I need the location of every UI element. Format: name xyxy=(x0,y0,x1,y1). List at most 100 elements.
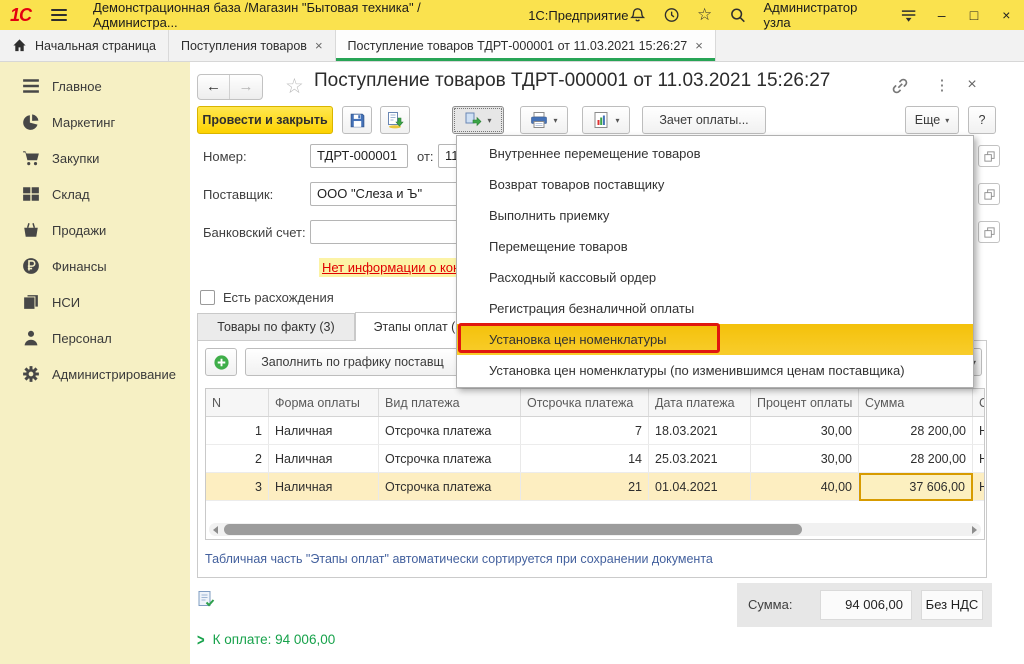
cell[interactable]: Наличная xyxy=(269,473,379,500)
post-document-button[interactable] xyxy=(380,106,410,134)
col-header[interactable]: Форма оплаты xyxy=(269,389,379,416)
cell[interactable]: 7 xyxy=(521,417,649,444)
cell[interactable]: 2 xyxy=(206,445,269,472)
main-menu-icon[interactable] xyxy=(51,6,67,24)
cell[interactable]: Отсрочка платежа xyxy=(379,473,521,500)
document-check-icon[interactable] xyxy=(197,590,215,608)
col-header[interactable]: Дата платежа xyxy=(649,389,751,416)
sidebar-item-marketing[interactable]: Маркетинг xyxy=(0,106,190,138)
table-row[interactable]: 2 Наличная Отсрочка платежа 14 25.03.202… xyxy=(206,445,984,473)
table-row[interactable]: 1 Наличная Отсрочка платежа 7 18.03.2021… xyxy=(206,417,984,445)
cell[interactable]: Наличная xyxy=(269,417,379,444)
open-bank-account-button[interactable] xyxy=(978,221,1000,243)
sidebar-item-main[interactable]: Главное xyxy=(0,70,190,102)
tab-home[interactable]: Начальная страница xyxy=(0,30,169,61)
create-based-on-button[interactable]: ▾ xyxy=(452,106,504,134)
cell[interactable]: 3 xyxy=(206,473,269,500)
menu-item-perform-acceptance[interactable]: Выполнить приемку xyxy=(457,200,973,231)
forward-button[interactable]: → xyxy=(230,75,262,99)
menu-item-internal-transfer[interactable]: Внутреннее перемещение товаров xyxy=(457,138,973,169)
close-form-icon[interactable]: × xyxy=(962,76,982,96)
help-button[interactable]: ? xyxy=(968,106,996,134)
cell[interactable]: Наличная xyxy=(269,445,379,472)
number-field[interactable]: ТДРТ-000001 xyxy=(310,144,408,168)
scroll-left-icon[interactable] xyxy=(213,526,218,534)
tab-goods-receipt-document[interactable]: Поступление товаров ТДРТ-000001 от 11.03… xyxy=(336,30,716,61)
payment-offset-button[interactable]: Зачет оплаты... xyxy=(642,106,766,134)
sidebar-item-warehouse[interactable]: Склад xyxy=(0,178,190,210)
col-header[interactable]: С xyxy=(973,389,985,416)
sidebar-item-purchases[interactable]: Закупки xyxy=(0,142,190,174)
reports-button[interactable]: ▾ xyxy=(582,106,630,134)
col-header[interactable]: Сумма xyxy=(859,389,973,416)
cell[interactable]: 1 xyxy=(206,417,269,444)
cell[interactable]: 18.03.2021 xyxy=(649,417,751,444)
favorites-star-icon[interactable]: ☆ xyxy=(697,6,712,24)
cell[interactable]: 40,00 xyxy=(751,473,859,500)
sidebar-item-nsi[interactable]: НСИ xyxy=(0,286,190,318)
cell[interactable]: 28 200,00 xyxy=(859,445,973,472)
cell[interactable]: 25.03.2021 xyxy=(649,445,751,472)
close-tab-icon[interactable]: × xyxy=(315,38,323,53)
col-header[interactable]: Процент оплаты xyxy=(751,389,859,416)
no-contact-info-link[interactable]: Нет информации о кон xyxy=(319,258,463,277)
minimize-button[interactable]: – xyxy=(934,7,949,23)
search-icon[interactable] xyxy=(729,6,746,24)
cell[interactable]: Не xyxy=(973,473,985,500)
back-button[interactable]: ← xyxy=(198,75,230,99)
menu-item-cash-expense-order[interactable]: Расходный кассовый ордер xyxy=(457,262,973,293)
sidebar-item-personnel[interactable]: Персонал xyxy=(0,322,190,354)
menu-item-return-to-supplier[interactable]: Возврат товаров поставщику xyxy=(457,169,973,200)
payment-stages-table[interactable]: N Форма оплаты Вид платежа Отсрочка плат… xyxy=(205,388,985,540)
close-window-button[interactable]: × xyxy=(999,7,1014,23)
sidebar-item-sales[interactable]: Продажи xyxy=(0,214,190,246)
col-header[interactable]: N xyxy=(206,389,269,416)
dropdown-arrow-icon: ▾ xyxy=(553,116,557,125)
service-settings-icon[interactable] xyxy=(900,6,917,24)
active-cell[interactable]: 37 606,00 xyxy=(859,473,973,501)
current-user[interactable]: Администратор узла xyxy=(764,0,883,30)
favorite-star-icon[interactable]: ☆ xyxy=(285,74,304,99)
menu-item-goods-transfer[interactable]: Перемещение товаров xyxy=(457,231,973,262)
cell[interactable]: Не xyxy=(973,417,985,444)
sidebar-item-administration[interactable]: Администрирование xyxy=(0,358,190,390)
discrepancy-checkbox[interactable] xyxy=(200,290,215,305)
cell[interactable]: 28 200,00 xyxy=(859,417,973,444)
open-supplier-button[interactable] xyxy=(978,183,1000,205)
close-tab-icon[interactable]: × xyxy=(695,38,703,53)
vat-value[interactable]: Без НДС xyxy=(921,590,983,620)
fill-by-schedule-button[interactable]: Заполнить по графику поставщ xyxy=(245,348,460,376)
cell[interactable]: 01.04.2021 xyxy=(649,473,751,500)
tab-goods-receipts-list[interactable]: Поступления товаров × xyxy=(169,30,336,61)
sidebar-label: Главное xyxy=(52,79,102,94)
add-row-button[interactable] xyxy=(205,348,237,376)
more-dots-icon[interactable]: ⋮ xyxy=(932,76,952,96)
col-header[interactable]: Вид платежа xyxy=(379,389,521,416)
save-button[interactable] xyxy=(342,106,372,134)
sidebar-item-finance[interactable]: Финансы xyxy=(0,250,190,282)
notifications-bell-icon[interactable] xyxy=(629,6,646,24)
cell[interactable]: Не xyxy=(973,445,985,472)
maximize-button[interactable]: □ xyxy=(966,7,981,23)
print-button[interactable]: ▾ xyxy=(520,106,568,134)
table-row-selected[interactable]: 3 Наличная Отсрочка платежа 21 01.04.202… xyxy=(206,473,984,501)
cell[interactable]: 21 xyxy=(521,473,649,500)
col-header[interactable]: Отсрочка платежа xyxy=(521,389,649,416)
more-actions-button[interactable]: Еще▾ xyxy=(905,106,959,134)
cell[interactable]: 30,00 xyxy=(751,445,859,472)
cell[interactable]: Отсрочка платежа xyxy=(379,417,521,444)
tab-goods-by-fact[interactable]: Товары по факту (3) xyxy=(197,313,355,341)
open-number-button[interactable] xyxy=(978,145,1000,167)
history-icon[interactable] xyxy=(663,6,680,24)
cell[interactable]: 14 xyxy=(521,445,649,472)
cell[interactable]: Отсрочка платежа xyxy=(379,445,521,472)
scroll-right-icon[interactable] xyxy=(972,526,977,534)
menu-item-cashless-payment-registration[interactable]: Регистрация безналичной оплаты xyxy=(457,293,973,324)
horizontal-scrollbar[interactable] xyxy=(209,523,981,536)
scrollbar-thumb[interactable] xyxy=(224,524,802,535)
to-pay-link[interactable]: > К оплате: 94 006,00 xyxy=(197,632,335,647)
cell[interactable]: 30,00 xyxy=(751,417,859,444)
menu-item-set-item-prices-changed[interactable]: Установка цен номенклатуры (по изменивши… xyxy=(457,355,973,386)
post-and-close-button[interactable]: Провести и закрыть xyxy=(197,106,333,134)
get-link-icon[interactable] xyxy=(890,76,910,96)
